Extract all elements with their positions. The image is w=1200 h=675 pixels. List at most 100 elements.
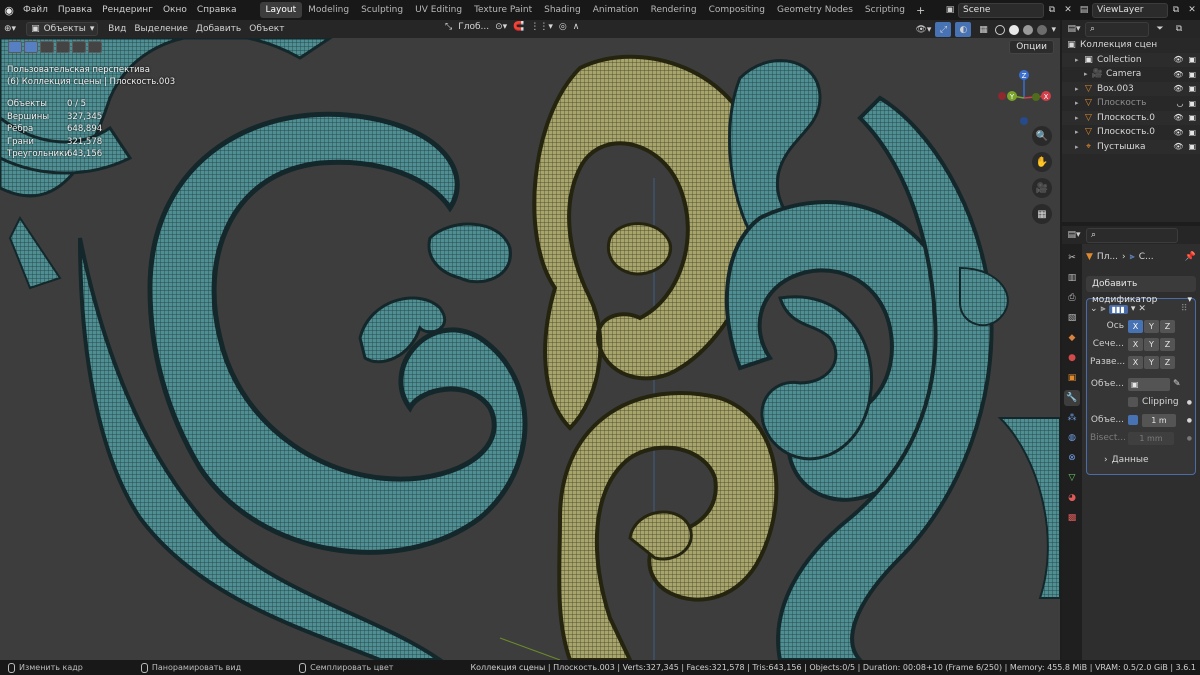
physics-tab-icon[interactable]: ◍ <box>1064 430 1080 446</box>
output-tab-icon[interactable]: ⎙ <box>1064 290 1080 306</box>
pan-hand-icon[interactable]: ✋ <box>1032 152 1052 172</box>
tool-tab-icon[interactable]: ✂ <box>1064 250 1080 266</box>
snap-settings-icon[interactable]: ⋮⋮▾ <box>530 22 553 32</box>
render-camera-icon[interactable]: ▣ <box>1188 142 1196 151</box>
outliner-item[interactable]: ▸ ▣ Collection 👁 ▣ <box>1062 52 1200 67</box>
render-camera-icon[interactable]: ▣ <box>1188 70 1196 79</box>
blender-logo-icon[interactable]: ◉ <box>0 0 18 20</box>
menu-item[interactable]: Окно <box>158 0 192 20</box>
add-modifier-button[interactable]: Добавить модификатор ▾ <box>1086 276 1196 305</box>
expand-triangle-icon[interactable]: ▸ <box>1075 143 1083 151</box>
keyframe-dot-icon[interactable]: ● <box>1187 399 1192 406</box>
bisect-z-toggle[interactable]: Z <box>1160 337 1175 351</box>
render-camera-icon[interactable]: ▣ <box>1188 84 1196 93</box>
data-subpanel[interactable]: › Данные <box>1090 452 1192 468</box>
camera-view-icon[interactable]: 🎥 <box>1032 178 1052 198</box>
add-workspace-button[interactable]: + <box>911 4 930 17</box>
axis-x-toggle[interactable]: X <box>1128 319 1143 333</box>
select-intersect-button[interactable] <box>88 41 102 53</box>
workspace-tab[interactable]: Texture Paint <box>468 2 538 18</box>
perspective-grid-icon[interactable]: ▦ <box>1032 204 1052 224</box>
new-collection-icon[interactable]: ⧉ <box>1171 22 1187 37</box>
viewport-menu-item[interactable]: Добавить <box>192 20 245 38</box>
menu-item[interactable]: Рендеринг <box>97 0 158 20</box>
proportional-edit-icon[interactable]: ◎ <box>559 22 567 32</box>
close-icon[interactable]: ✕ <box>1138 304 1146 314</box>
viewport-menu-item[interactable]: Вид <box>104 20 130 38</box>
options-dropdown[interactable]: Опции <box>1009 40 1054 54</box>
expand-triangle-icon[interactable]: ▸ <box>1075 85 1083 93</box>
modifier-name-field[interactable]: ▮▮▮ <box>1108 304 1128 314</box>
eye-icon[interactable]: 👁 <box>1173 84 1183 93</box>
workspace-tab[interactable]: Scripting <box>859 2 911 18</box>
merge-checkbox[interactable] <box>1128 415 1138 425</box>
viewlayer-browse-icon[interactable]: ⧉ <box>1168 3 1184 18</box>
world-tab-icon[interactable]: ● <box>1064 350 1080 366</box>
snap-icon[interactable]: 🧲 <box>513 22 524 32</box>
flip-x-toggle[interactable]: X <box>1128 355 1143 369</box>
eye-icon[interactable]: 👁 <box>1173 128 1183 137</box>
modifier-tab-icon[interactable]: 🔧 <box>1064 390 1080 406</box>
workspace-tab[interactable]: UV Editing <box>409 2 468 18</box>
outliner-item[interactable]: ▸ ⌖ Пустышка 👁 ▣ <box>1062 139 1200 154</box>
constraints-tab-icon[interactable]: ⊗ <box>1064 450 1080 466</box>
expand-triangle-icon[interactable]: ▸ <box>1075 56 1083 64</box>
texture-tab-icon[interactable]: ▩ <box>1064 510 1080 526</box>
render-tab-icon[interactable]: ▥ <box>1064 270 1080 286</box>
workspace-tab[interactable]: Layout <box>259 2 303 18</box>
filter-icon[interactable]: ⏷ <box>1152 22 1168 37</box>
outliner-item[interactable]: ▸ ▽ Плоскость ◡ ▣ <box>1062 96 1200 111</box>
flip-y-toggle[interactable]: Y <box>1144 355 1159 369</box>
render-camera-icon[interactable]: ▣ <box>1188 99 1196 108</box>
scene-browse-icon[interactable]: ⧉ <box>1044 3 1060 18</box>
outliner-search-input[interactable]: ⌕ <box>1085 21 1149 37</box>
object-tab-icon[interactable]: ▣ <box>1064 370 1080 386</box>
expand-triangle-icon[interactable]: ▸ <box>1084 70 1092 78</box>
viewlayer-icon[interactable]: ▤ <box>1076 3 1092 18</box>
3d-viewport[interactable]: Опции Пользовательская перспектива (6) К… <box>0 38 1060 660</box>
select-new-button[interactable] <box>24 41 38 53</box>
solid-shading-icon[interactable] <box>1009 24 1020 35</box>
overlay-toggle-icon[interactable]: ◐ <box>955 22 972 37</box>
render-camera-icon[interactable]: ▣ <box>1188 113 1196 122</box>
bisect-distance-field[interactable]: 1 mm <box>1128 431 1174 445</box>
xray-icon[interactable]: ▦ <box>975 22 991 37</box>
gizmo-toggle-icon[interactable]: ⤢ <box>935 22 952 37</box>
workspace-tab[interactable]: Geometry Nodes <box>771 2 859 18</box>
eyedropper-icon[interactable]: ✎ <box>1173 379 1181 389</box>
transform-orientation-dropdown[interactable]: Глоб... <box>458 22 489 32</box>
scene-tab-icon[interactable]: ◆ <box>1064 330 1080 346</box>
outliner-item[interactable]: ▸ 🎥 Camera 👁 ▣ <box>1062 67 1200 82</box>
gizmo-neg-x-axis[interactable] <box>998 92 1006 100</box>
view-layer-selector[interactable]: ViewLayer <box>1092 2 1168 18</box>
material-shading-icon[interactable] <box>1023 24 1034 35</box>
close-icon[interactable]: ✕ <box>1060 3 1076 18</box>
eye-icon[interactable]: ◡ <box>1176 99 1183 108</box>
bisect-x-toggle[interactable]: X <box>1128 337 1143 351</box>
menu-item[interactable]: Правка <box>53 0 97 20</box>
gizmo-neg-y-axis[interactable] <box>1032 93 1040 101</box>
outliner-item[interactable]: ▸ ▽ Плоскость.0 👁 ▣ <box>1062 125 1200 140</box>
keyframe-dot-icon[interactable]: ● <box>1187 435 1192 442</box>
select-invert-button[interactable] <box>72 41 86 53</box>
close-icon[interactable]: ✕ <box>1184 3 1200 18</box>
zoom-icon[interactable]: 🔍 <box>1032 126 1052 146</box>
pin-icon[interactable]: 📌 <box>1185 252 1196 262</box>
render-camera-icon[interactable]: ▣ <box>1188 128 1196 137</box>
merge-distance-field[interactable]: 1 m <box>1142 413 1176 427</box>
workspace-tab[interactable]: Rendering <box>645 2 703 18</box>
mirror-object-field[interactable]: ▣ <box>1128 377 1170 391</box>
visibility-icon[interactable]: 👁▾ <box>915 22 931 37</box>
properties-search-input[interactable]: ⌕ <box>1086 227 1178 243</box>
workspace-tab[interactable]: Shading <box>538 2 587 18</box>
pivot-icon[interactable]: ⊙▾ <box>495 22 507 32</box>
workspace-tab[interactable]: Compositing <box>703 2 771 18</box>
outliner-item[interactable]: ▸ ▽ Плоскость.0 👁 ▣ <box>1062 110 1200 125</box>
workspace-tab[interactable]: Modeling <box>302 2 355 18</box>
eye-icon[interactable]: 👁 <box>1173 55 1183 64</box>
falloff-icon[interactable]: ∧ <box>573 22 580 32</box>
menu-item[interactable]: Справка <box>192 0 242 20</box>
menu-item[interactable]: Файл <box>18 0 53 20</box>
gizmo-neg-z-axis[interactable] <box>1020 117 1028 125</box>
scene-selector[interactable]: Scene <box>958 2 1044 18</box>
